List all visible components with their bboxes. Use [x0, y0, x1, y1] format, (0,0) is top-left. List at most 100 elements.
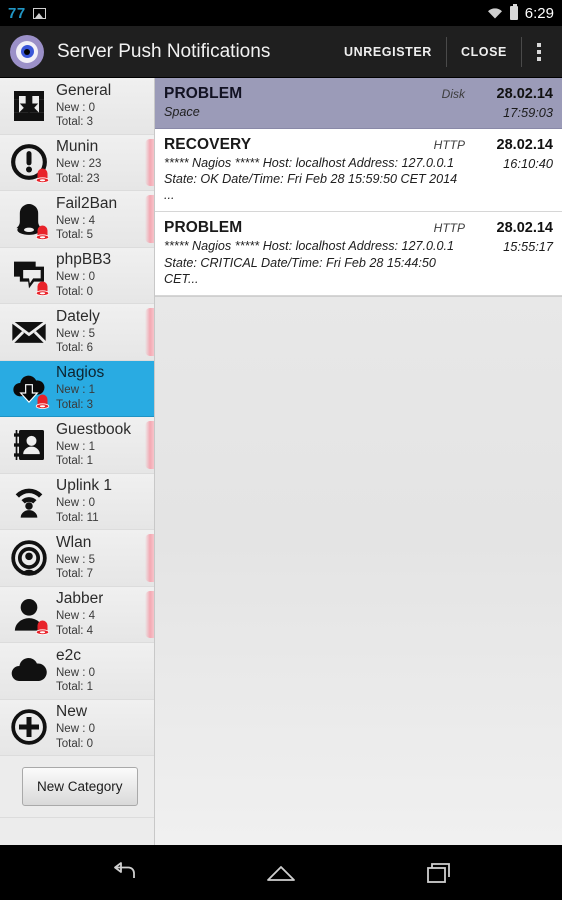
overflow-menu-icon[interactable]	[522, 36, 556, 68]
home-icon[interactable]	[258, 856, 304, 890]
category-sidebar[interactable]: General New : 0 Total: 3 Munin New : 23 Total…	[0, 78, 155, 845]
notification-row[interactable]: RECOVERY HTTP 28.02.14 ***** Nagios ***** H…	[155, 129, 562, 213]
sidebar-item-uplink-1[interactable]: Uplink 1 New : 0 Total: 11	[0, 473, 154, 530]
unregister-button[interactable]: UNREGISTER	[330, 36, 446, 68]
sidebar-item-text: phpBB3 New : 0 Total: 0	[56, 252, 111, 298]
sidebar-item-total-count: Total: 1	[56, 681, 94, 694]
action-bar-actions: UNREGISTER CLOSE	[330, 26, 556, 77]
sidebar-item-total-count: Total: 6	[56, 342, 94, 355]
new-category-button[interactable]: New Category	[22, 767, 138, 806]
sidebar-item-label: Munin	[56, 139, 99, 156]
sidebar-item-wlan[interactable]: Wlan New : 5 Total: 7	[0, 530, 154, 587]
sidebar-item-dately[interactable]: Dately New : 5 Total: 6	[0, 304, 154, 361]
sidebar-item-text: Uplink 1 New : 0 Total: 11	[56, 478, 112, 524]
notification-list: PROBLEM Disk 28.02.14 Space 17:59:03 RECOVERY…	[155, 78, 562, 297]
eye-icon	[10, 34, 44, 69]
sidebar-item-label: Uplink 1	[56, 478, 112, 495]
sidebar-item-general[interactable]: General New : 0 Total: 3	[0, 78, 154, 135]
image-icon	[32, 7, 46, 19]
sidebar-item-new-count: New : 0	[56, 723, 95, 736]
sidebar-item-new-count: New : 0	[56, 666, 95, 679]
notification-header: RECOVERY HTTP 28.02.14	[164, 136, 553, 154]
notification-body: ***** Nagios ***** Host: localhost Addre…	[164, 156, 458, 203]
sidebar-item-new-count: New : 0	[56, 497, 95, 510]
sidebar-item-label: Dately	[56, 308, 100, 325]
sidebar-item-text: Dately New : 5 Total: 6	[56, 309, 100, 355]
sidebar-item-total-count: Total: 4	[56, 624, 94, 637]
notification-time: 15:55:17	[503, 239, 553, 255]
notification-tag: HTTP	[433, 221, 465, 236]
status-bar-right: 6:29	[487, 4, 554, 22]
sidebar-item-label: e2c	[56, 647, 81, 664]
category-list: General New : 0 Total: 3 Munin New : 23 Total…	[0, 78, 154, 756]
new-category-row: New Category	[0, 756, 154, 818]
sidebar-item-label: Wlan	[56, 534, 92, 551]
action-bar: Server Push Notifications UNREGISTER CLO…	[0, 26, 562, 78]
notification-title: PROBLEM	[164, 219, 243, 237]
sidebar-item-new-count: New : 4	[56, 610, 95, 623]
notification-title: PROBLEM	[164, 85, 243, 102]
sidebar-item-new-count: New : 0	[56, 271, 95, 284]
exclamation-circle-icon	[6, 139, 52, 185]
notification-tag: Disk	[441, 87, 465, 101]
unread-indicator-strip	[145, 421, 154, 469]
notification-header: PROBLEM Disk 28.02.14	[164, 85, 553, 103]
broadcast-person-icon	[6, 535, 52, 581]
sidebar-item-jabber[interactable]: Jabber New : 4 Total: 4	[0, 586, 154, 643]
sidebar-item-total-count: Total: 3	[56, 116, 94, 129]
close-button[interactable]: CLOSE	[447, 36, 521, 68]
unread-badge-icon	[34, 225, 51, 240]
sidebar-item-munin[interactable]: Munin New : 23 Total: 23	[0, 134, 154, 191]
sidebar-item-text: New New : 0 Total: 0	[56, 704, 95, 750]
unread-indicator-strip	[145, 590, 154, 638]
sidebar-item-e2c[interactable]: e2c New : 0 Total: 1	[0, 643, 154, 700]
sidebar-item-label: New	[56, 704, 88, 721]
unread-indicator-strip	[145, 308, 154, 356]
notification-header: PROBLEM HTTP 28.02.14	[164, 219, 553, 237]
sidebar-item-text: Guestbook New : 1 Total: 1	[56, 422, 131, 468]
sidebar-item-total-count: Total: 1	[56, 455, 94, 468]
unread-badge-icon	[34, 168, 51, 184]
content-area: General New : 0 Total: 3 Munin New : 23 Total…	[0, 78, 562, 845]
sidebar-item-phpbb3[interactable]: phpBB3 New : 0 Total: 0	[0, 247, 154, 304]
sidebar-item-total-count: Total: 7	[56, 568, 94, 581]
notification-tag: HTTP	[433, 138, 465, 153]
sidebar-item-new-count: New : 5	[56, 327, 95, 340]
sidebar-item-fail2ban[interactable]: Fail2Ban New : 4 Total: 5	[0, 191, 154, 248]
recents-icon[interactable]	[416, 856, 462, 890]
inbox-download-icon	[6, 83, 52, 129]
cloud-download-icon	[6, 365, 52, 411]
person-icon	[6, 591, 52, 637]
app-screen: 77 6:29 Server Push Notifications UNREGI…	[0, 0, 562, 900]
notification-row[interactable]: PROBLEM HTTP 28.02.14 ***** Nagios ***** Ho…	[155, 212, 562, 296]
notification-body: Space	[164, 105, 200, 119]
sidebar-item-new-count: New : 5	[56, 553, 95, 566]
sidebar-item-guestbook[interactable]: Guestbook New : 1 Total: 1	[0, 417, 154, 474]
sidebar-item-new-count: New : 4	[56, 214, 95, 227]
sidebar-item-new-count: New : 1	[56, 440, 95, 453]
notification-detail: Space 17:59:03	[164, 104, 553, 120]
unread-badge-icon	[34, 620, 51, 636]
notification-row[interactable]: PROBLEM Disk 28.02.14 Space 17:59:03	[155, 78, 562, 130]
sidebar-item-label: Jabber	[56, 591, 104, 608]
sidebar-item-total-count: Total: 0	[56, 737, 94, 750]
sidebar-item-text: General New : 0 Total: 3	[56, 83, 111, 129]
notification-title: RECOVERY	[164, 136, 252, 154]
sidebar-item-text: Wlan New : 5 Total: 7	[56, 535, 95, 581]
sidebar-item-label: Nagios	[56, 365, 105, 382]
notification-date: 28.02.14	[496, 220, 553, 237]
sidebar-item-label: Guestbook	[56, 421, 131, 438]
sidebar-item-new[interactable]: New New : 0 Total: 0	[0, 699, 154, 756]
sidebar-item-nagios[interactable]: Nagios New : 1 Total: 3	[0, 360, 154, 417]
chat-bubbles-icon	[6, 252, 52, 298]
sidebar-item-total-count: Total: 5	[56, 229, 94, 242]
cloud-icon	[6, 648, 52, 694]
unread-indicator-strip	[145, 195, 154, 243]
back-arrow-icon[interactable]	[100, 856, 146, 890]
sidebar-item-label: phpBB3	[56, 252, 112, 269]
unread-indicator-strip	[145, 138, 154, 186]
sidebar-item-text: e2c New : 0 Total: 1	[56, 648, 95, 694]
notification-detail: ***** Nagios ***** Host: localhost Addre…	[164, 155, 553, 203]
sidebar-item-new-count: New : 23	[56, 158, 102, 171]
status-bar: 77 6:29	[0, 0, 562, 26]
